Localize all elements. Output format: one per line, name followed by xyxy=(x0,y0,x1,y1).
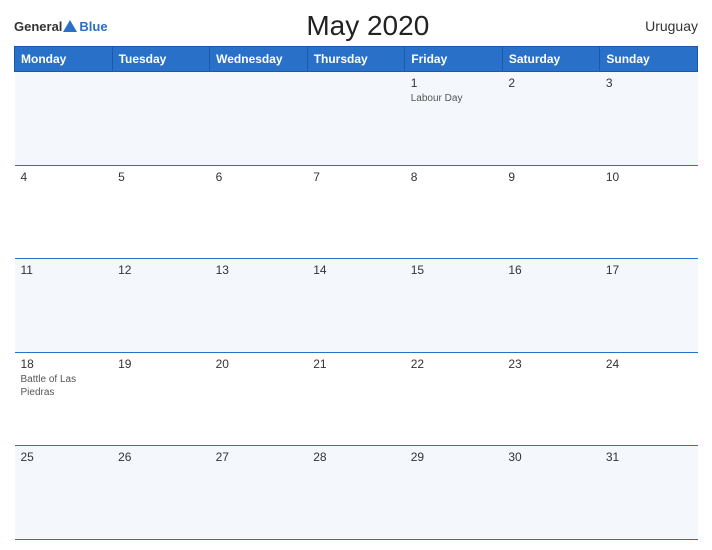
day-number: 1 xyxy=(411,76,497,90)
day-number: 2 xyxy=(508,76,594,90)
calendar-day-cell: 3 xyxy=(600,72,698,166)
day-number: 20 xyxy=(216,357,302,371)
day-number: 13 xyxy=(216,263,302,277)
calendar-day-cell: 23 xyxy=(502,352,600,446)
holiday-label: Battle of Las Piedras xyxy=(21,373,107,399)
calendar-day-cell: 22 xyxy=(405,352,503,446)
calendar-day-cell: 12 xyxy=(112,259,210,353)
calendar-header-cell: Tuesday xyxy=(112,47,210,72)
calendar-day-cell: 2 xyxy=(502,72,600,166)
day-number: 3 xyxy=(606,76,692,90)
day-number: 21 xyxy=(313,357,399,371)
calendar-day-cell: 4 xyxy=(15,165,113,259)
day-number: 29 xyxy=(411,450,497,464)
logo: General Blue xyxy=(14,20,108,33)
day-number: 27 xyxy=(216,450,302,464)
calendar-day-cell xyxy=(15,72,113,166)
calendar-header-cell: Friday xyxy=(405,47,503,72)
calendar-day-cell: 8 xyxy=(405,165,503,259)
calendar-day-cell: 17 xyxy=(600,259,698,353)
day-number: 18 xyxy=(21,357,107,371)
day-number: 9 xyxy=(508,170,594,184)
calendar-day-cell: 20 xyxy=(210,352,308,446)
calendar-week-row: 11 12 13 14 15 16 17 xyxy=(15,259,698,353)
day-number: 10 xyxy=(606,170,692,184)
day-number: 8 xyxy=(411,170,497,184)
day-number: 15 xyxy=(411,263,497,277)
calendar-day-cell: 9 xyxy=(502,165,600,259)
calendar-day-cell: 1 Labour Day xyxy=(405,72,503,166)
calendar-day-cell: 19 xyxy=(112,352,210,446)
day-number: 22 xyxy=(411,357,497,371)
calendar-day-cell: 10 xyxy=(600,165,698,259)
calendar-day-cell: 21 xyxy=(307,352,405,446)
calendar-week-row: 1 Labour Day 23 xyxy=(15,72,698,166)
day-number: 4 xyxy=(21,170,107,184)
calendar-day-cell: 14 xyxy=(307,259,405,353)
calendar-week-row: 25 26 27 28 29 30 31 xyxy=(15,446,698,540)
day-number: 24 xyxy=(606,357,692,371)
day-number: 26 xyxy=(118,450,204,464)
calendar-header-cell: Monday xyxy=(15,47,113,72)
calendar-day-cell: 27 xyxy=(210,446,308,540)
page: General Blue May 2020 Uruguay MondayTues… xyxy=(0,0,712,550)
day-number: 30 xyxy=(508,450,594,464)
calendar-day-cell: 31 xyxy=(600,446,698,540)
day-number: 23 xyxy=(508,357,594,371)
calendar-day-cell: 7 xyxy=(307,165,405,259)
calendar-day-cell: 26 xyxy=(112,446,210,540)
calendar-day-cell: 29 xyxy=(405,446,503,540)
day-number: 19 xyxy=(118,357,204,371)
calendar-day-cell xyxy=(307,72,405,166)
calendar-day-cell: 15 xyxy=(405,259,503,353)
calendar-day-cell: 24 xyxy=(600,352,698,446)
calendar-header-cell: Wednesday xyxy=(210,47,308,72)
calendar-header-cell: Thursday xyxy=(307,47,405,72)
calendar-header-cell: Saturday xyxy=(502,47,600,72)
day-number: 31 xyxy=(606,450,692,464)
calendar-header-cell: Sunday xyxy=(600,47,698,72)
calendar-day-cell xyxy=(210,72,308,166)
day-number: 7 xyxy=(313,170,399,184)
calendar-header-row: MondayTuesdayWednesdayThursdayFridaySatu… xyxy=(15,47,698,72)
calendar-table: MondayTuesdayWednesdayThursdayFridaySatu… xyxy=(14,46,698,540)
calendar-day-cell: 30 xyxy=(502,446,600,540)
calendar-day-cell: 25 xyxy=(15,446,113,540)
calendar-day-cell: 6 xyxy=(210,165,308,259)
calendar-week-row: 456789 10 xyxy=(15,165,698,259)
logo-blue-text: Blue xyxy=(79,20,107,33)
logo-general-text: General xyxy=(14,20,62,33)
calendar-week-row: 18 Battle of Las Piedras 19 20 21 22 23 24 xyxy=(15,352,698,446)
logo-triangle-icon xyxy=(63,20,77,32)
day-number: 6 xyxy=(216,170,302,184)
calendar-day-cell: 16 xyxy=(502,259,600,353)
calendar-day-cell: 28 xyxy=(307,446,405,540)
day-number: 17 xyxy=(606,263,692,277)
day-number: 16 xyxy=(508,263,594,277)
header-row: General Blue May 2020 Uruguay xyxy=(14,10,698,42)
day-number: 5 xyxy=(118,170,204,184)
month-title: May 2020 xyxy=(108,10,628,42)
country-label: Uruguay xyxy=(628,18,698,34)
calendar-day-cell xyxy=(112,72,210,166)
calendar-day-cell: 11 xyxy=(15,259,113,353)
day-number: 14 xyxy=(313,263,399,277)
day-number: 12 xyxy=(118,263,204,277)
day-number: 25 xyxy=(21,450,107,464)
calendar-day-cell: 13 xyxy=(210,259,308,353)
calendar-day-cell: 5 xyxy=(112,165,210,259)
calendar-day-cell: 18 Battle of Las Piedras xyxy=(15,352,113,446)
day-number: 28 xyxy=(313,450,399,464)
day-number: 11 xyxy=(21,263,107,277)
holiday-label: Labour Day xyxy=(411,92,497,105)
